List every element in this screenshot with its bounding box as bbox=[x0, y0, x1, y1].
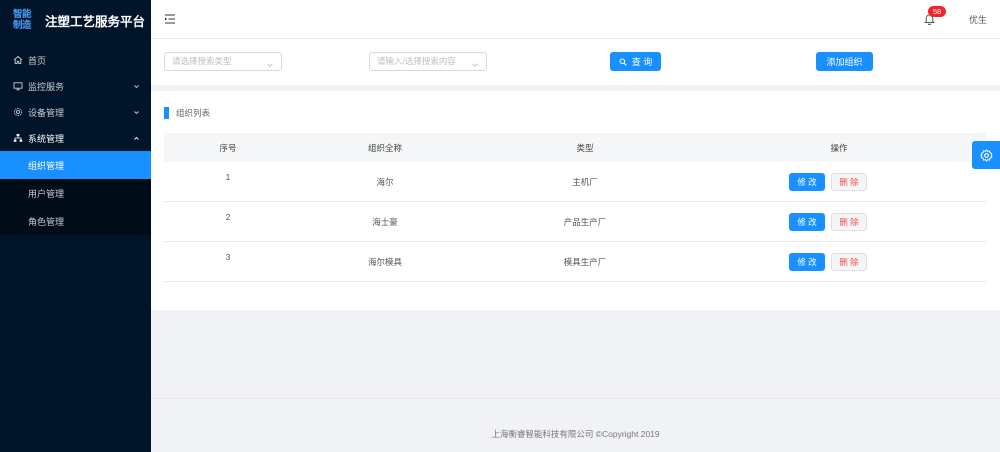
table-row: 1 海尔 主机厂 修 改 删 除 bbox=[164, 162, 986, 202]
title-accent-bar bbox=[164, 107, 169, 119]
row-actions: 修 改 删 除 bbox=[692, 252, 986, 271]
brand: 智能 制造 注塑工艺服务平台 bbox=[0, 0, 151, 40]
edit-button[interactable]: 修 改 bbox=[789, 172, 825, 191]
row-type: 产品生产厂 bbox=[563, 216, 607, 227]
sidebar-item-label: 设备管理 bbox=[28, 107, 65, 118]
top-header: 58 优生 bbox=[151, 0, 1000, 39]
add-organization-button[interactable]: 添加组织 bbox=[816, 52, 873, 71]
edit-button[interactable]: 修 改 bbox=[789, 212, 825, 231]
sidebar-item-label: 系统管理 bbox=[28, 133, 65, 144]
table-header: 序号 组织全称 类型 操作 bbox=[164, 133, 986, 162]
sidebar-subitem-label: 组织管理 bbox=[28, 160, 65, 171]
list-title-text: 组织列表 bbox=[176, 108, 211, 118]
sidebar-subitem-label: 角色管理 bbox=[28, 216, 65, 227]
search-content-placeholder: 请输入/选择搜索内容 bbox=[377, 56, 456, 66]
sidebar-subitem-users[interactable]: 用户管理 bbox=[0, 179, 151, 207]
chevron-down-icon bbox=[133, 82, 140, 92]
sitemap-icon bbox=[13, 133, 23, 143]
home-icon bbox=[13, 55, 23, 65]
sidebar: 智能 制造 注塑工艺服务平台 首页 监控服务 设备管理 系统管理 组织管理 用户… bbox=[0, 0, 151, 452]
organization-list-panel: 组织列表 序号 组织全称 类型 操作 1 海尔 主机厂 修 改 删 除 2 海士… bbox=[151, 91, 1000, 310]
row-actions: 修 改 删 除 bbox=[692, 172, 986, 191]
menu-fold-icon[interactable] bbox=[164, 13, 176, 25]
table-row: 3 海尔模具 模具生产厂 修 改 删 除 bbox=[164, 242, 986, 282]
user-menu[interactable]: 优生 bbox=[969, 13, 987, 26]
logo-line-2: 制造 bbox=[13, 20, 32, 31]
footer-copyright: 上海衡睿智能科技有限公司 ©Copyright 2019 bbox=[491, 429, 660, 439]
table-row: 2 海士豪 产品生产厂 修 改 删 除 bbox=[164, 202, 986, 242]
filter-bar: 请选择搜索类型 请输入/选择搜索内容 查 询 添加组织 bbox=[151, 39, 1000, 85]
system-submenu: 组织管理 用户管理 角色管理 bbox=[0, 151, 151, 235]
brand-logo: 智能 制造 bbox=[13, 7, 37, 33]
delete-button[interactable]: 删 除 bbox=[831, 212, 867, 231]
monitor-icon bbox=[13, 81, 23, 91]
search-button[interactable]: 查 询 bbox=[610, 52, 661, 71]
logo-line-1: 智能 bbox=[13, 9, 32, 20]
row-index: 2 bbox=[225, 211, 231, 222]
row-name: 海尔 bbox=[376, 176, 394, 187]
organization-table: 序号 组织全称 类型 操作 1 海尔 主机厂 修 改 删 除 2 海士豪 产品生… bbox=[164, 133, 986, 282]
column-header-type: 类型 bbox=[576, 142, 594, 153]
row-name: 海士豪 bbox=[372, 216, 398, 227]
sidebar-item-device[interactable]: 设备管理 bbox=[0, 99, 151, 125]
sidebar-item-home[interactable]: 首页 bbox=[0, 47, 151, 73]
search-icon bbox=[619, 58, 627, 66]
column-header-actions: 操作 bbox=[830, 142, 848, 153]
search-type-select[interactable]: 请选择搜索类型 bbox=[164, 52, 282, 71]
sidebar-subitem-roles[interactable]: 角色管理 bbox=[0, 207, 151, 235]
sidebar-subitem-label: 用户管理 bbox=[28, 188, 65, 199]
row-type: 模具生产厂 bbox=[563, 256, 607, 267]
sidebar-subitem-organization[interactable]: 组织管理 bbox=[0, 151, 151, 179]
chevron-up-icon bbox=[133, 134, 140, 144]
chevron-down-icon bbox=[133, 108, 140, 118]
chevron-down-icon bbox=[471, 58, 479, 75]
sidebar-item-label: 监控服务 bbox=[28, 81, 65, 92]
footer: 上海衡睿智能科技有限公司 ©Copyright 2019 bbox=[151, 398, 1000, 452]
sidebar-item-label: 首页 bbox=[28, 55, 47, 66]
edit-button[interactable]: 修 改 bbox=[789, 252, 825, 271]
search-content-select[interactable]: 请输入/选择搜索内容 bbox=[369, 52, 487, 71]
sidebar-item-monitor[interactable]: 监控服务 bbox=[0, 73, 151, 99]
row-name: 海尔模具 bbox=[367, 256, 402, 267]
row-index: 3 bbox=[225, 251, 231, 262]
settings-float-button[interactable] bbox=[972, 141, 1000, 169]
sidebar-item-system[interactable]: 系统管理 bbox=[0, 125, 151, 151]
gear-icon bbox=[979, 148, 993, 162]
list-title: 组织列表 bbox=[164, 107, 210, 119]
add-organization-label: 添加组织 bbox=[826, 57, 863, 67]
app-root: 智能 制造 注塑工艺服务平台 首页 监控服务 设备管理 系统管理 组织管理 用户… bbox=[0, 0, 1000, 452]
notification-badge: 58 bbox=[928, 6, 946, 17]
search-button-label: 查 询 bbox=[631, 57, 653, 67]
row-actions: 修 改 删 除 bbox=[692, 212, 986, 231]
column-header-index: 序号 bbox=[219, 142, 237, 153]
row-index: 1 bbox=[225, 171, 231, 182]
search-type-placeholder: 请选择搜索类型 bbox=[172, 56, 232, 66]
delete-button[interactable]: 删 除 bbox=[831, 252, 867, 271]
gear-icon bbox=[13, 107, 23, 117]
brand-title: 注塑工艺服务平台 bbox=[45, 14, 146, 29]
row-type: 主机厂 bbox=[572, 176, 598, 187]
chevron-down-icon bbox=[266, 58, 274, 75]
delete-button[interactable]: 删 除 bbox=[831, 172, 867, 191]
column-header-name: 组织全称 bbox=[367, 142, 402, 153]
sidebar-menu: 首页 监控服务 设备管理 系统管理 组织管理 用户管理 角色管理 bbox=[0, 47, 151, 235]
